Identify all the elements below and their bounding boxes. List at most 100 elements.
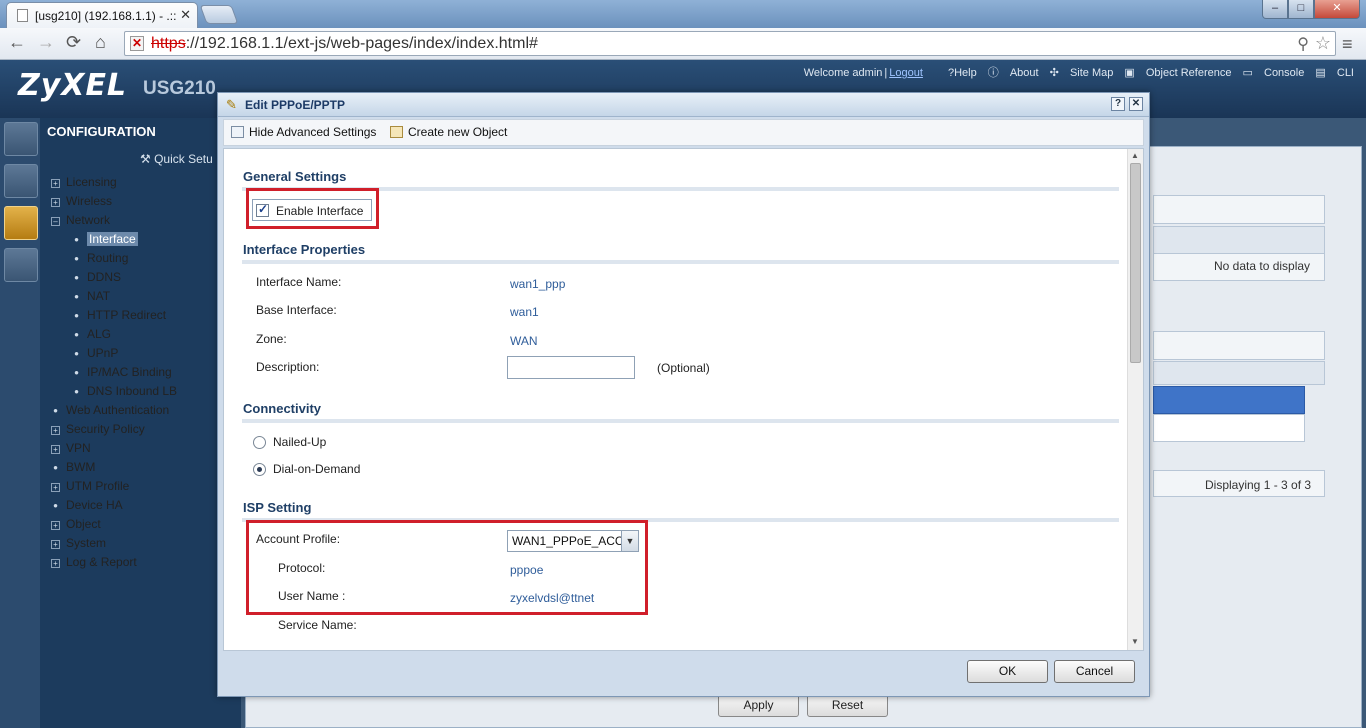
- sidebar-item-label: Device HA: [66, 498, 123, 512]
- sidebar-item-log-report[interactable]: + Log & Report: [51, 555, 137, 570]
- expand-icon[interactable]: +: [51, 483, 60, 492]
- sidebar-item-ip-mac-binding[interactable]: • IP/MAC Binding: [72, 365, 171, 380]
- sidebar-item-http-redirect[interactable]: • HTTP Redirect: [72, 308, 166, 323]
- bg-table2-selected-row[interactable]: [1153, 386, 1305, 414]
- sidebar-item-vpn[interactable]: + VPN: [51, 441, 91, 456]
- account-profile-label: Account Profile:: [256, 532, 341, 546]
- bg-table2-subheader: [1153, 361, 1325, 385]
- bookmark-star-icon[interactable]: ☆: [1315, 33, 1331, 54]
- bullet-icon: •: [74, 251, 79, 266]
- object-reference-link[interactable]: ▣ Object Reference: [1124, 67, 1231, 79]
- expand-icon[interactable]: +: [51, 179, 60, 188]
- maximize-button[interactable]: □: [1288, 0, 1314, 19]
- chevron-down-icon[interactable]: ▼: [621, 531, 638, 551]
- collapse-icon[interactable]: –: [51, 217, 60, 226]
- expand-icon[interactable]: +: [51, 445, 60, 454]
- sidebar-item-upnp[interactable]: • UPnP: [72, 346, 118, 361]
- home-icon[interactable]: ⌂: [95, 32, 106, 53]
- sidebar-item-label: Web Authentication: [66, 403, 170, 417]
- nailed-up-label[interactable]: Nailed-Up: [273, 435, 326, 449]
- configuration-gear-icon[interactable]: [4, 206, 38, 240]
- new-object-icon: [390, 126, 403, 138]
- create-object-button[interactable]: Create new Object: [390, 125, 507, 139]
- sidebar-item-label: Wireless: [66, 194, 113, 208]
- nailed-up-radio[interactable]: [253, 436, 266, 449]
- account-profile-select[interactable]: WAN1_PPPoE_ACC ▼: [507, 530, 639, 552]
- tab-close-icon[interactable]: ✕: [180, 7, 191, 23]
- dial-on-demand-radio[interactable]: [253, 463, 266, 476]
- scroll-thumb[interactable]: [1130, 163, 1141, 363]
- expand-icon[interactable]: +: [51, 521, 60, 530]
- hide-advanced-button[interactable]: Hide Advanced Settings: [231, 125, 376, 139]
- sidebar-item-label: UTM Profile: [66, 479, 130, 493]
- page-icon: [17, 9, 28, 22]
- dialog-close-button[interactable]: ✕: [1129, 97, 1143, 111]
- quick-setup-link[interactable]: ⚒ Quick Setu: [140, 152, 213, 166]
- reload-icon[interactable]: ⟳: [66, 32, 81, 53]
- bullet-icon: •: [53, 403, 58, 418]
- minimize-button[interactable]: –: [1262, 0, 1288, 19]
- new-tab-button[interactable]: [199, 5, 239, 24]
- sidebar: CONFIGURATION ⚒ Quick Setu + Licensing + Wi…: [40, 118, 241, 728]
- sidebar-item-ddns[interactable]: • DDNS: [72, 270, 121, 285]
- dialog-title: Edit PPPoE/PPTP: [245, 98, 346, 112]
- forward-icon[interactable]: →: [37, 32, 55, 53]
- sidebar-item-network[interactable]: – Network: [51, 213, 110, 228]
- sidebar-item-system[interactable]: + System: [51, 536, 106, 551]
- sidebar-item-web-authentication[interactable]: • Web Authentication: [51, 403, 169, 418]
- general-settings-heading: General Settings: [243, 169, 347, 184]
- browser-tab[interactable]: [usg210] (192.168.1.1) - .:: ✕: [6, 2, 198, 28]
- dashboard-icon[interactable]: [4, 122, 38, 156]
- cli-link[interactable]: ▤ CLI: [1315, 67, 1354, 79]
- expand-icon[interactable]: +: [51, 559, 60, 568]
- about-link[interactable]: ⓘ About: [988, 67, 1039, 79]
- sidebar-item-licensing[interactable]: + Licensing: [51, 175, 117, 190]
- sidebar-item-wireless[interactable]: + Wireless: [51, 194, 112, 209]
- sidebar-item-label: HTTP Redirect: [87, 308, 167, 322]
- expand-icon[interactable]: +: [51, 426, 60, 435]
- sidebar-item-nat[interactable]: • NAT: [72, 289, 110, 304]
- sidebar-item-routing[interactable]: • Routing: [72, 251, 128, 266]
- sidebar-item-object[interactable]: + Object: [51, 517, 101, 532]
- expand-icon[interactable]: +: [51, 198, 60, 207]
- sitemap-link[interactable]: ✣ Site Map: [1050, 67, 1114, 79]
- bullet-icon: •: [74, 384, 79, 399]
- console-link[interactable]: ▭ Console: [1243, 67, 1305, 79]
- sidebar-item-label: NAT: [87, 289, 111, 303]
- enable-interface-label[interactable]: Enable Interface: [252, 199, 372, 221]
- scroll-down-icon[interactable]: ▼: [1131, 637, 1139, 646]
- scroll-up-icon[interactable]: ▲: [1131, 151, 1139, 160]
- monitor-icon[interactable]: [4, 164, 38, 198]
- sidebar-item-dns-inbound-lb[interactable]: • DNS Inbound LB: [72, 384, 177, 399]
- sidebar-item-alg[interactable]: • ALG: [72, 327, 111, 342]
- sidebar-item-utm-profile[interactable]: + UTM Profile: [51, 479, 129, 494]
- bullet-icon: •: [53, 460, 58, 475]
- sidebar-item-bwm[interactable]: • BWM: [51, 460, 95, 475]
- ok-button[interactable]: OK: [967, 660, 1048, 683]
- cancel-button[interactable]: Cancel: [1054, 660, 1135, 683]
- bullet-icon: •: [74, 232, 79, 247]
- sidebar-item-interface[interactable]: • Interface: [72, 232, 138, 247]
- bg-table2-row[interactable]: [1153, 414, 1305, 442]
- sidebar-item-device-ha[interactable]: • Device HA: [51, 498, 122, 513]
- tab-title: [usg210] (192.168.1.1) - .::: [35, 9, 177, 23]
- magnifier-icon[interactable]: ⚲: [1297, 34, 1309, 54]
- about-label: About: [1009, 67, 1039, 79]
- dialog-scrollbar[interactable]: ▲ ▼: [1127, 149, 1143, 650]
- logout-link[interactable]: Logout: [889, 67, 923, 79]
- sitemap-label: Site Map: [1069, 67, 1114, 79]
- description-input[interactable]: [507, 356, 635, 379]
- address-bar[interactable]: ✕ https://192.168.1.1/ext-js/web-pages/i…: [124, 31, 1336, 56]
- close-window-button[interactable]: ✕: [1314, 0, 1360, 19]
- bullet-icon: •: [74, 270, 79, 285]
- maintenance-icon[interactable]: [4, 248, 38, 282]
- hide-advanced-label: Hide Advanced Settings: [249, 125, 377, 139]
- insecure-lock-icon[interactable]: ✕: [130, 36, 144, 51]
- wrench-menu-icon[interactable]: ≡: [1342, 34, 1353, 55]
- dialog-help-button[interactable]: ?: [1111, 97, 1125, 111]
- expand-icon[interactable]: +: [51, 540, 60, 549]
- help-link[interactable]: ?Help: [948, 67, 977, 79]
- dial-on-demand-label[interactable]: Dial-on-Demand: [273, 462, 360, 476]
- sidebar-item-security-policy[interactable]: + Security Policy: [51, 422, 145, 437]
- back-icon[interactable]: ←: [8, 32, 26, 53]
